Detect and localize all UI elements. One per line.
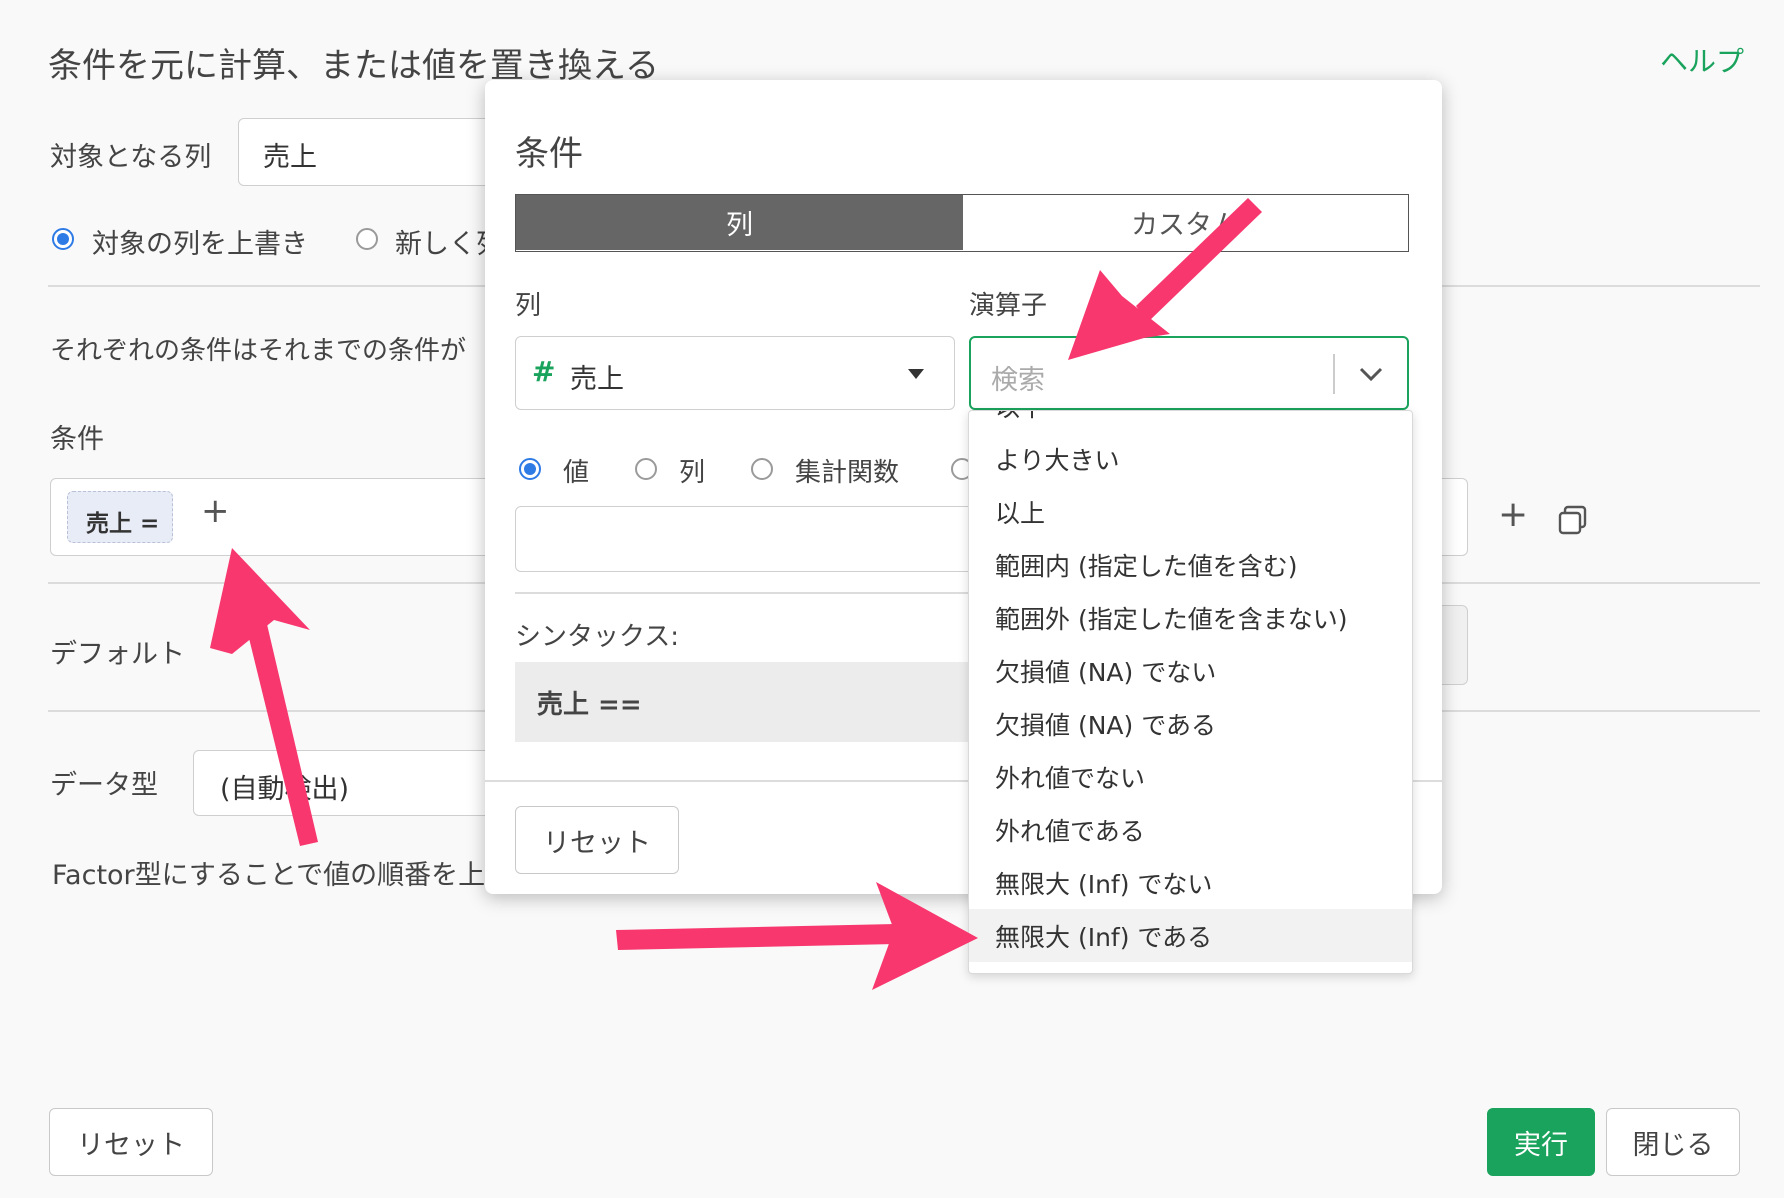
radio-overwrite[interactable] xyxy=(52,228,74,250)
column-label: 列 xyxy=(515,291,542,321)
radio-value-type-aggregate[interactable] xyxy=(751,458,773,480)
page-reset-button[interactable]: リセット xyxy=(49,1108,213,1176)
operator-option[interactable]: 外れ値でない xyxy=(969,750,1412,803)
radio-value-type-value[interactable] xyxy=(519,458,541,480)
tab-column[interactable]: 列 xyxy=(516,195,963,250)
operator-option[interactable]: 欠損値 (NA) でない xyxy=(969,644,1412,697)
target-column-select[interactable]: 売上 xyxy=(238,118,498,186)
operator-option[interactable]: 範囲外 (指定した値を含まない) xyxy=(969,591,1412,644)
chevron-down-icon[interactable] xyxy=(1359,366,1383,382)
numeric-type-icon: # xyxy=(532,355,556,388)
run-button[interactable]: 実行 xyxy=(1487,1108,1595,1176)
target-column-value: 売上 xyxy=(263,142,317,173)
operator-option-partial[interactable]: 以下 xyxy=(969,411,1412,432)
operator-option[interactable]: 範囲内 (指定した値を含む) xyxy=(969,538,1412,591)
operator-option-highlighted[interactable]: 無限大 (Inf) である xyxy=(969,909,1412,962)
operator-search-input[interactable]: 検索 xyxy=(991,358,1045,397)
operator-label: 演算子 xyxy=(969,291,1048,321)
column-select-value: 売上 xyxy=(570,364,624,395)
radio-value-type-value-label: 値 xyxy=(563,458,590,488)
datatype-value: (自動検出) xyxy=(220,774,350,805)
tab-column-label: 列 xyxy=(726,210,753,241)
target-column-label: 対象となる列 xyxy=(50,142,212,173)
radio-value-type-column-label: 列 xyxy=(679,458,706,488)
condition-chip[interactable]: 売上 = xyxy=(67,491,173,543)
condition-label: 条件 xyxy=(50,424,104,455)
datatype-select[interactable]: (自動検出) xyxy=(193,750,493,816)
modal-reset-button[interactable]: リセット xyxy=(515,806,679,874)
caret-down-icon xyxy=(908,369,924,379)
operator-option[interactable]: 無限大 (Inf) でない xyxy=(969,856,1412,909)
annotation-arrow-to-option xyxy=(616,882,978,990)
column-select[interactable]: # 売上 xyxy=(515,336,955,410)
factor-note: Factor型にすることで値の順番を上 xyxy=(52,860,486,891)
operator-option[interactable]: より大きい xyxy=(969,432,1412,485)
help-link[interactable]: ヘルプ xyxy=(1660,40,1744,80)
datatype-label: データ型 xyxy=(50,770,158,801)
select-separator xyxy=(1333,354,1335,394)
tab-custom-label: カスタム xyxy=(1131,210,1239,241)
operator-option[interactable]: 欠損値 (NA) である xyxy=(969,697,1412,750)
condition-chip-text: 売上 = xyxy=(86,511,160,537)
syntax-value: 売上 == xyxy=(537,690,642,720)
syntax-label: シンタックス: xyxy=(515,622,679,652)
operator-option[interactable]: 外れ値である xyxy=(969,803,1412,856)
radio-new-column[interactable] xyxy=(356,228,378,250)
description-text: それぞれの条件はそれまでの条件が xyxy=(50,336,467,366)
copy-icon[interactable] xyxy=(1558,505,1587,535)
modal-title: 条件 xyxy=(515,134,583,174)
radio-new-column-label: 新しく列 xyxy=(395,229,485,260)
add-row-icon[interactable]: + xyxy=(1498,494,1528,535)
add-condition-icon[interactable]: + xyxy=(201,491,230,531)
radio-value-type-column[interactable] xyxy=(635,458,657,480)
default-label: デフォルト xyxy=(50,639,185,670)
operator-dropdown-list: 以下 より大きい 以上 範囲内 (指定した値を含む) 範囲外 (指定した値を含ま… xyxy=(968,410,1413,974)
operator-search-select[interactable]: 検索 xyxy=(969,336,1409,410)
radio-overwrite-label: 対象の列を上書き xyxy=(92,229,308,260)
operator-option[interactable]: 以上 xyxy=(969,485,1412,538)
radio-value-type-aggregate-label: 集計関数 xyxy=(795,458,900,488)
tab-custom[interactable]: カスタム xyxy=(963,195,1407,250)
tab-group: 列 カスタム xyxy=(515,194,1409,252)
close-button[interactable]: 閉じる xyxy=(1606,1108,1740,1176)
